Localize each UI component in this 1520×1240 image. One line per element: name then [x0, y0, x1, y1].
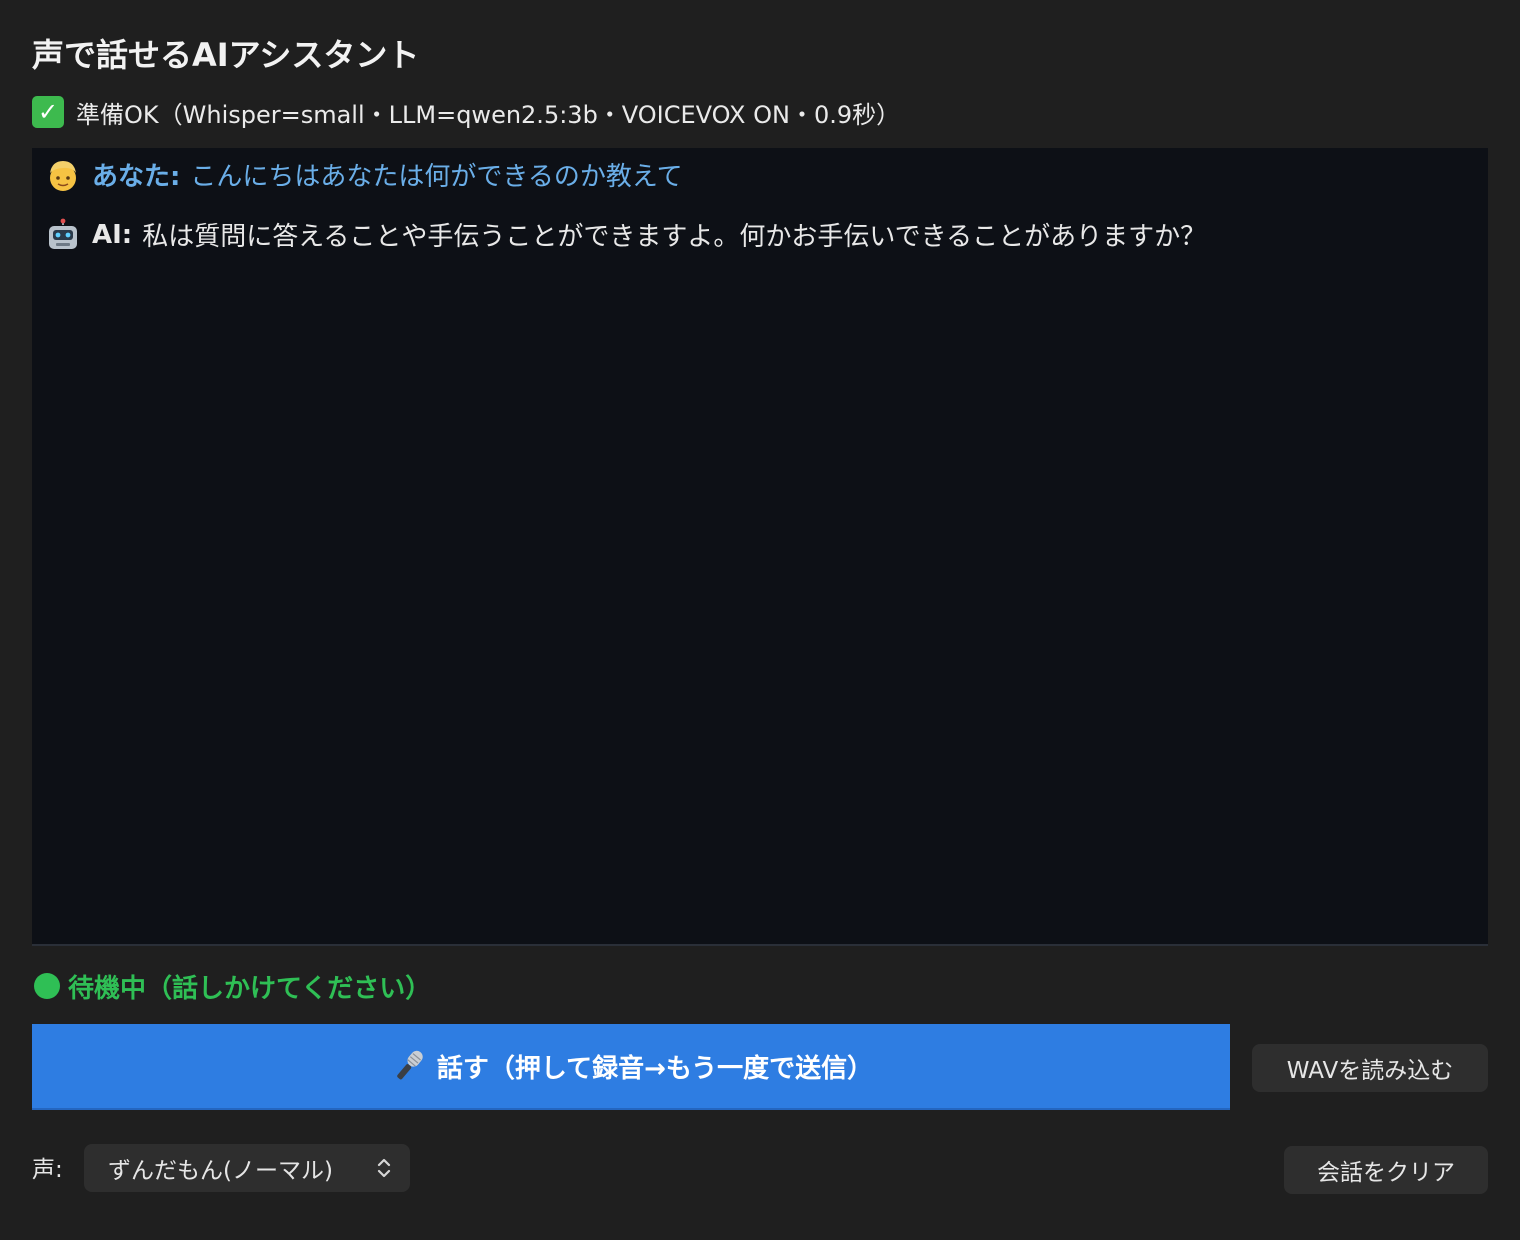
voice-label: 声: [32, 1157, 63, 1183]
ai-message-text: 私は質問に答えることや手伝うことができますよ。何かお手伝いできることがありますか… [142, 222, 1207, 252]
voice-select[interactable]: ずんだもん(ノーマル) [84, 1144, 410, 1192]
listening-status-text: 待機中（話しかけてください） [68, 973, 432, 1004]
green-dot-icon [34, 973, 60, 999]
chat-message-ai: AI: 私は質問に答えることや手伝うことができますよ。何かお手伝いできることがあ… [46, 216, 1206, 253]
ready-status-text: 準備OK（Whisper=small・LLM=qwen2.5:3b・VOICEV… [76, 100, 901, 129]
load-wav-button[interactable]: WAVを読み込む [1252, 1044, 1488, 1092]
chevron-updown-icon [377, 1158, 391, 1178]
app-title: 声で話せるAIアシスタント [32, 36, 420, 74]
chat-message-user: あなた: こんにちはあなたは何ができるのか教えて [46, 156, 683, 193]
ready-status: ✓ 準備OK（Whisper=small・LLM=qwen2.5:3b・VOIC… [32, 94, 900, 130]
user-speaker-label: あなた: [92, 162, 181, 192]
clear-conversation-button[interactable]: 会話をクリア [1284, 1146, 1488, 1194]
voice-select-value: ずんだもん(ノーマル) [108, 1158, 333, 1184]
robot-icon [49, 218, 77, 249]
talk-button[interactable]: 話す（押して録音→もう一度で送信） [32, 1024, 1230, 1110]
ai-speaker-label: AI: [92, 219, 133, 250]
check-icon: ✓ [32, 96, 64, 128]
user-message-text: こんにちはあなたは何ができるのか教えて [190, 162, 683, 192]
chat-log[interactable]: あなた: こんにちはあなたは何ができるのか教えて AI: 私は質問に答えることや… [32, 148, 1488, 946]
person-icon [50, 160, 76, 191]
listening-status: 待機中（話しかけてください） [34, 966, 431, 1006]
talk-button-label: 話す（押して録音→もう一度で送信） [436, 1053, 874, 1084]
microphone-icon [397, 1050, 423, 1080]
